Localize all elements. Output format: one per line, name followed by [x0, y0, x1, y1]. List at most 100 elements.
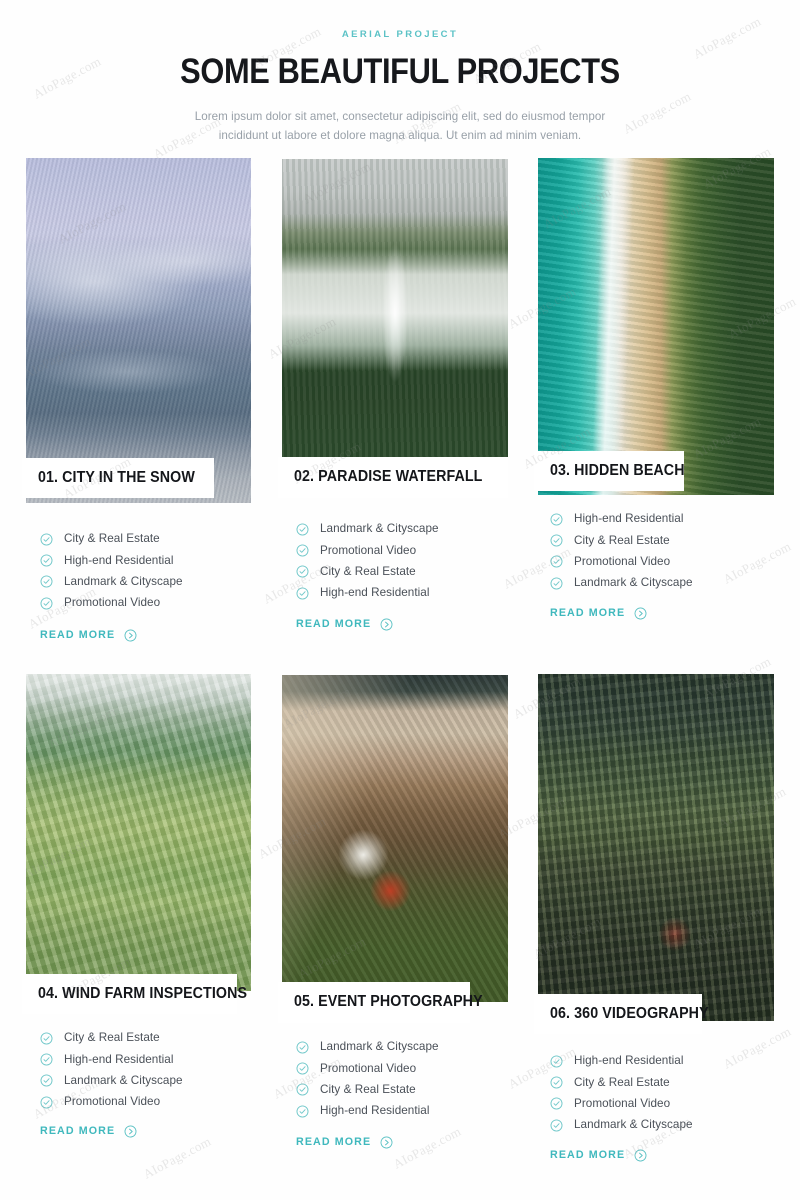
- project-image-texture: [282, 674, 508, 1002]
- project-title: 05. Event Photography: [294, 993, 483, 1011]
- read-more-link[interactable]: Read More: [40, 629, 137, 642]
- project-title-box[interactable]: 02. Paradise Waterfall: [278, 456, 508, 498]
- circle-check-icon: [40, 533, 53, 546]
- circle-check-icon: [40, 1096, 53, 1109]
- circle-check-icon: [550, 1076, 563, 1089]
- project-feature-item: City & Real Estate: [296, 1079, 439, 1100]
- project-feature-label: City & Real Estate: [320, 1082, 416, 1096]
- project-feature-label: High-end Residential: [64, 1052, 174, 1066]
- read-more-link[interactable]: Read More: [40, 1125, 137, 1138]
- project-feature-item: City & Real Estate: [550, 1072, 693, 1093]
- project-image[interactable]: [538, 673, 774, 1021]
- circle-check-icon: [40, 1074, 53, 1087]
- project-feature-item: High-end Residential: [296, 582, 439, 603]
- read-more-label: Read More: [550, 607, 626, 620]
- read-more-link[interactable]: Read More: [296, 1136, 393, 1149]
- circle-check-icon: [296, 544, 309, 557]
- project-feature-item: City & Real Estate: [550, 530, 693, 551]
- project-feature-item: Promotional Video: [40, 592, 183, 613]
- project-image[interactable]: [26, 157, 251, 503]
- project-feature-item: Promotional Video: [550, 1093, 693, 1114]
- project-feature-label: Promotional Video: [320, 543, 417, 557]
- project-feature-label: Landmark & Cityscape: [574, 1118, 693, 1132]
- project-image[interactable]: [282, 158, 508, 480]
- project-image-texture: [26, 673, 251, 991]
- circle-arrow-right-icon: [634, 1149, 647, 1162]
- read-more-link[interactable]: Read More: [550, 1149, 647, 1162]
- project-feature-label: City & Real Estate: [64, 1031, 160, 1045]
- project-feature-item: Landmark & Cityscape: [40, 1070, 183, 1091]
- project-feature-item: High-end Residential: [40, 1049, 183, 1070]
- circle-check-icon: [40, 597, 53, 610]
- circle-check-icon: [550, 555, 563, 568]
- project-feature-item: Promotional Video: [296, 1058, 439, 1079]
- read-more-label: Read More: [40, 629, 116, 642]
- project-feature-label: Promotional Video: [574, 1096, 671, 1110]
- read-more-label: Read More: [296, 1136, 372, 1149]
- circle-check-icon: [550, 534, 563, 547]
- project-feature-item: Landmark & Cityscape: [296, 1037, 439, 1058]
- page-title: Some Beautiful Projects: [180, 52, 620, 91]
- project-feature-list: High-end Residential City & Real Estate …: [550, 1051, 693, 1136]
- project-title-box[interactable]: 05. Event Photography: [278, 981, 483, 1023]
- project-feature-item: City & Real Estate: [40, 1028, 183, 1049]
- project-feature-label: High-end Residential: [574, 512, 684, 526]
- project-image[interactable]: [538, 157, 774, 495]
- project-feature-label: Landmark & Cityscape: [574, 576, 693, 590]
- project-feature-label: City & Real Estate: [320, 564, 416, 578]
- project-image-texture: [538, 157, 774, 495]
- project-feature-item: Landmark & Cityscape: [296, 519, 439, 540]
- project-title-box[interactable]: 01. City in the Snow: [22, 457, 214, 498]
- project-title-box[interactable]: 06. 360 Videography: [534, 993, 709, 1034]
- project-feature-list: City & Real Estate High-end Residential …: [40, 1028, 183, 1113]
- project-feature-item: Promotional Video: [550, 551, 693, 572]
- project-feature-label: Landmark & Cityscape: [64, 1073, 183, 1087]
- circle-check-icon: [296, 1062, 309, 1075]
- circle-check-icon: [296, 523, 309, 536]
- circle-check-icon: [550, 1097, 563, 1110]
- project-feature-item: High-end Residential: [296, 1100, 439, 1121]
- circle-check-icon: [40, 1032, 53, 1045]
- project-feature-list: Landmark & Cityscape Promotional Video C…: [296, 519, 439, 604]
- project-feature-label: Landmark & Cityscape: [64, 574, 183, 588]
- project-title: 02. Paradise Waterfall: [294, 468, 483, 486]
- project-feature-label: Landmark & Cityscape: [320, 1040, 439, 1054]
- project-title: 04. Wind Farm Inspections: [38, 984, 248, 1002]
- project-feature-label: City & Real Estate: [574, 1075, 670, 1089]
- project-feature-item: Landmark & Cityscape: [40, 571, 183, 592]
- circle-check-icon: [550, 1055, 563, 1068]
- project-feature-label: Promotional Video: [64, 1095, 161, 1109]
- project-title-box[interactable]: 04. Wind Farm Inspections: [22, 973, 247, 1014]
- circle-check-icon: [296, 565, 309, 578]
- project-feature-label: High-end Residential: [320, 586, 430, 600]
- project-feature-item: Promotional Video: [40, 1091, 183, 1112]
- read-more-link[interactable]: Read More: [550, 607, 647, 620]
- project-feature-list: City & Real Estate High-end Residential …: [40, 529, 183, 614]
- circle-arrow-right-icon: [124, 1125, 137, 1138]
- project-image[interactable]: [26, 673, 251, 991]
- circle-arrow-right-icon: [124, 629, 137, 642]
- project-feature-item: City & Real Estate: [296, 561, 439, 582]
- project-feature-label: Promotional Video: [64, 596, 161, 610]
- page-header: AERIAL PROJECT Some Beautiful Projects L…: [0, 0, 800, 146]
- read-more-label: Read More: [550, 1149, 626, 1162]
- circle-check-icon: [296, 1041, 309, 1054]
- project-feature-item: High-end Residential: [40, 550, 183, 571]
- project-title-box[interactable]: 03. Hidden Beach: [534, 450, 685, 491]
- project-feature-list: High-end Residential City & Real Estate …: [550, 509, 693, 594]
- read-more-link[interactable]: Read More: [296, 618, 393, 631]
- project-feature-item: Landmark & Cityscape: [550, 572, 693, 593]
- project-feature-label: Promotional Video: [320, 1061, 417, 1075]
- project-feature-label: Promotional Video: [574, 554, 671, 568]
- read-more-label: Read More: [296, 618, 372, 631]
- read-more-label: Read More: [40, 1125, 116, 1138]
- project-feature-item: Landmark & Cityscape: [550, 1114, 693, 1135]
- project-feature-label: City & Real Estate: [64, 532, 160, 546]
- project-feature-label: High-end Residential: [574, 1054, 684, 1068]
- project-feature-item: High-end Residential: [550, 509, 693, 530]
- project-title: 03. Hidden Beach: [550, 461, 685, 479]
- project-feature-item: City & Real Estate: [40, 529, 183, 550]
- projects-grid: 01. City in the Snow City & Real Estate …: [0, 146, 800, 1176]
- project-image[interactable]: [282, 674, 508, 1002]
- project-feature-item: High-end Residential: [550, 1051, 693, 1072]
